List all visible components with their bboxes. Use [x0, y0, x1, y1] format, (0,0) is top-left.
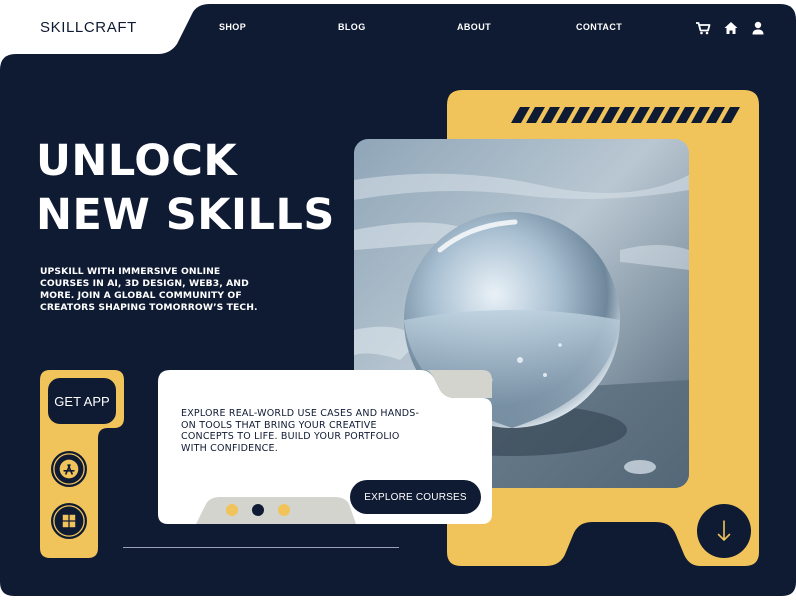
scroll-down-button[interactable]	[697, 504, 751, 558]
cart-icon[interactable]	[695, 20, 711, 36]
arrow-down-icon	[717, 520, 731, 542]
brand-logo[interactable]: SKILLCRAFT	[40, 19, 137, 36]
card-description: EXPLORE REAL-WORLD USE CASES AND HANDS-O…	[181, 408, 420, 454]
get-app-button[interactable]: GET APP	[48, 378, 116, 424]
app-store-icon[interactable]	[51, 451, 87, 487]
nav-shop[interactable]: SHOP	[219, 22, 246, 32]
hero-title-line2: NEW SKILLS	[36, 190, 335, 240]
explore-courses-button[interactable]: EXPLORE COURSES	[350, 480, 481, 514]
hero-description: UPSKILL WITH IMMERSIVE ONLINE COURSES IN…	[40, 266, 258, 313]
nav-about[interactable]: ABOUT	[457, 22, 491, 32]
slide-dot-3[interactable]	[278, 504, 290, 516]
nav-blog[interactable]: BLOG	[338, 22, 366, 32]
hero-title: UNLOCK NEW SKILLS	[36, 134, 336, 242]
home-icon[interactable]	[723, 20, 739, 36]
nav-contact[interactable]: CONTACT	[576, 22, 622, 32]
hero-title-line1: UNLOCK	[36, 136, 238, 186]
slider-base	[196, 497, 356, 524]
slide-dot-1[interactable]	[226, 504, 238, 516]
slide-dot-2-active[interactable]	[252, 504, 264, 516]
user-icon[interactable]	[750, 20, 766, 36]
divider-line	[123, 547, 399, 548]
windows-store-icon[interactable]	[51, 503, 87, 539]
